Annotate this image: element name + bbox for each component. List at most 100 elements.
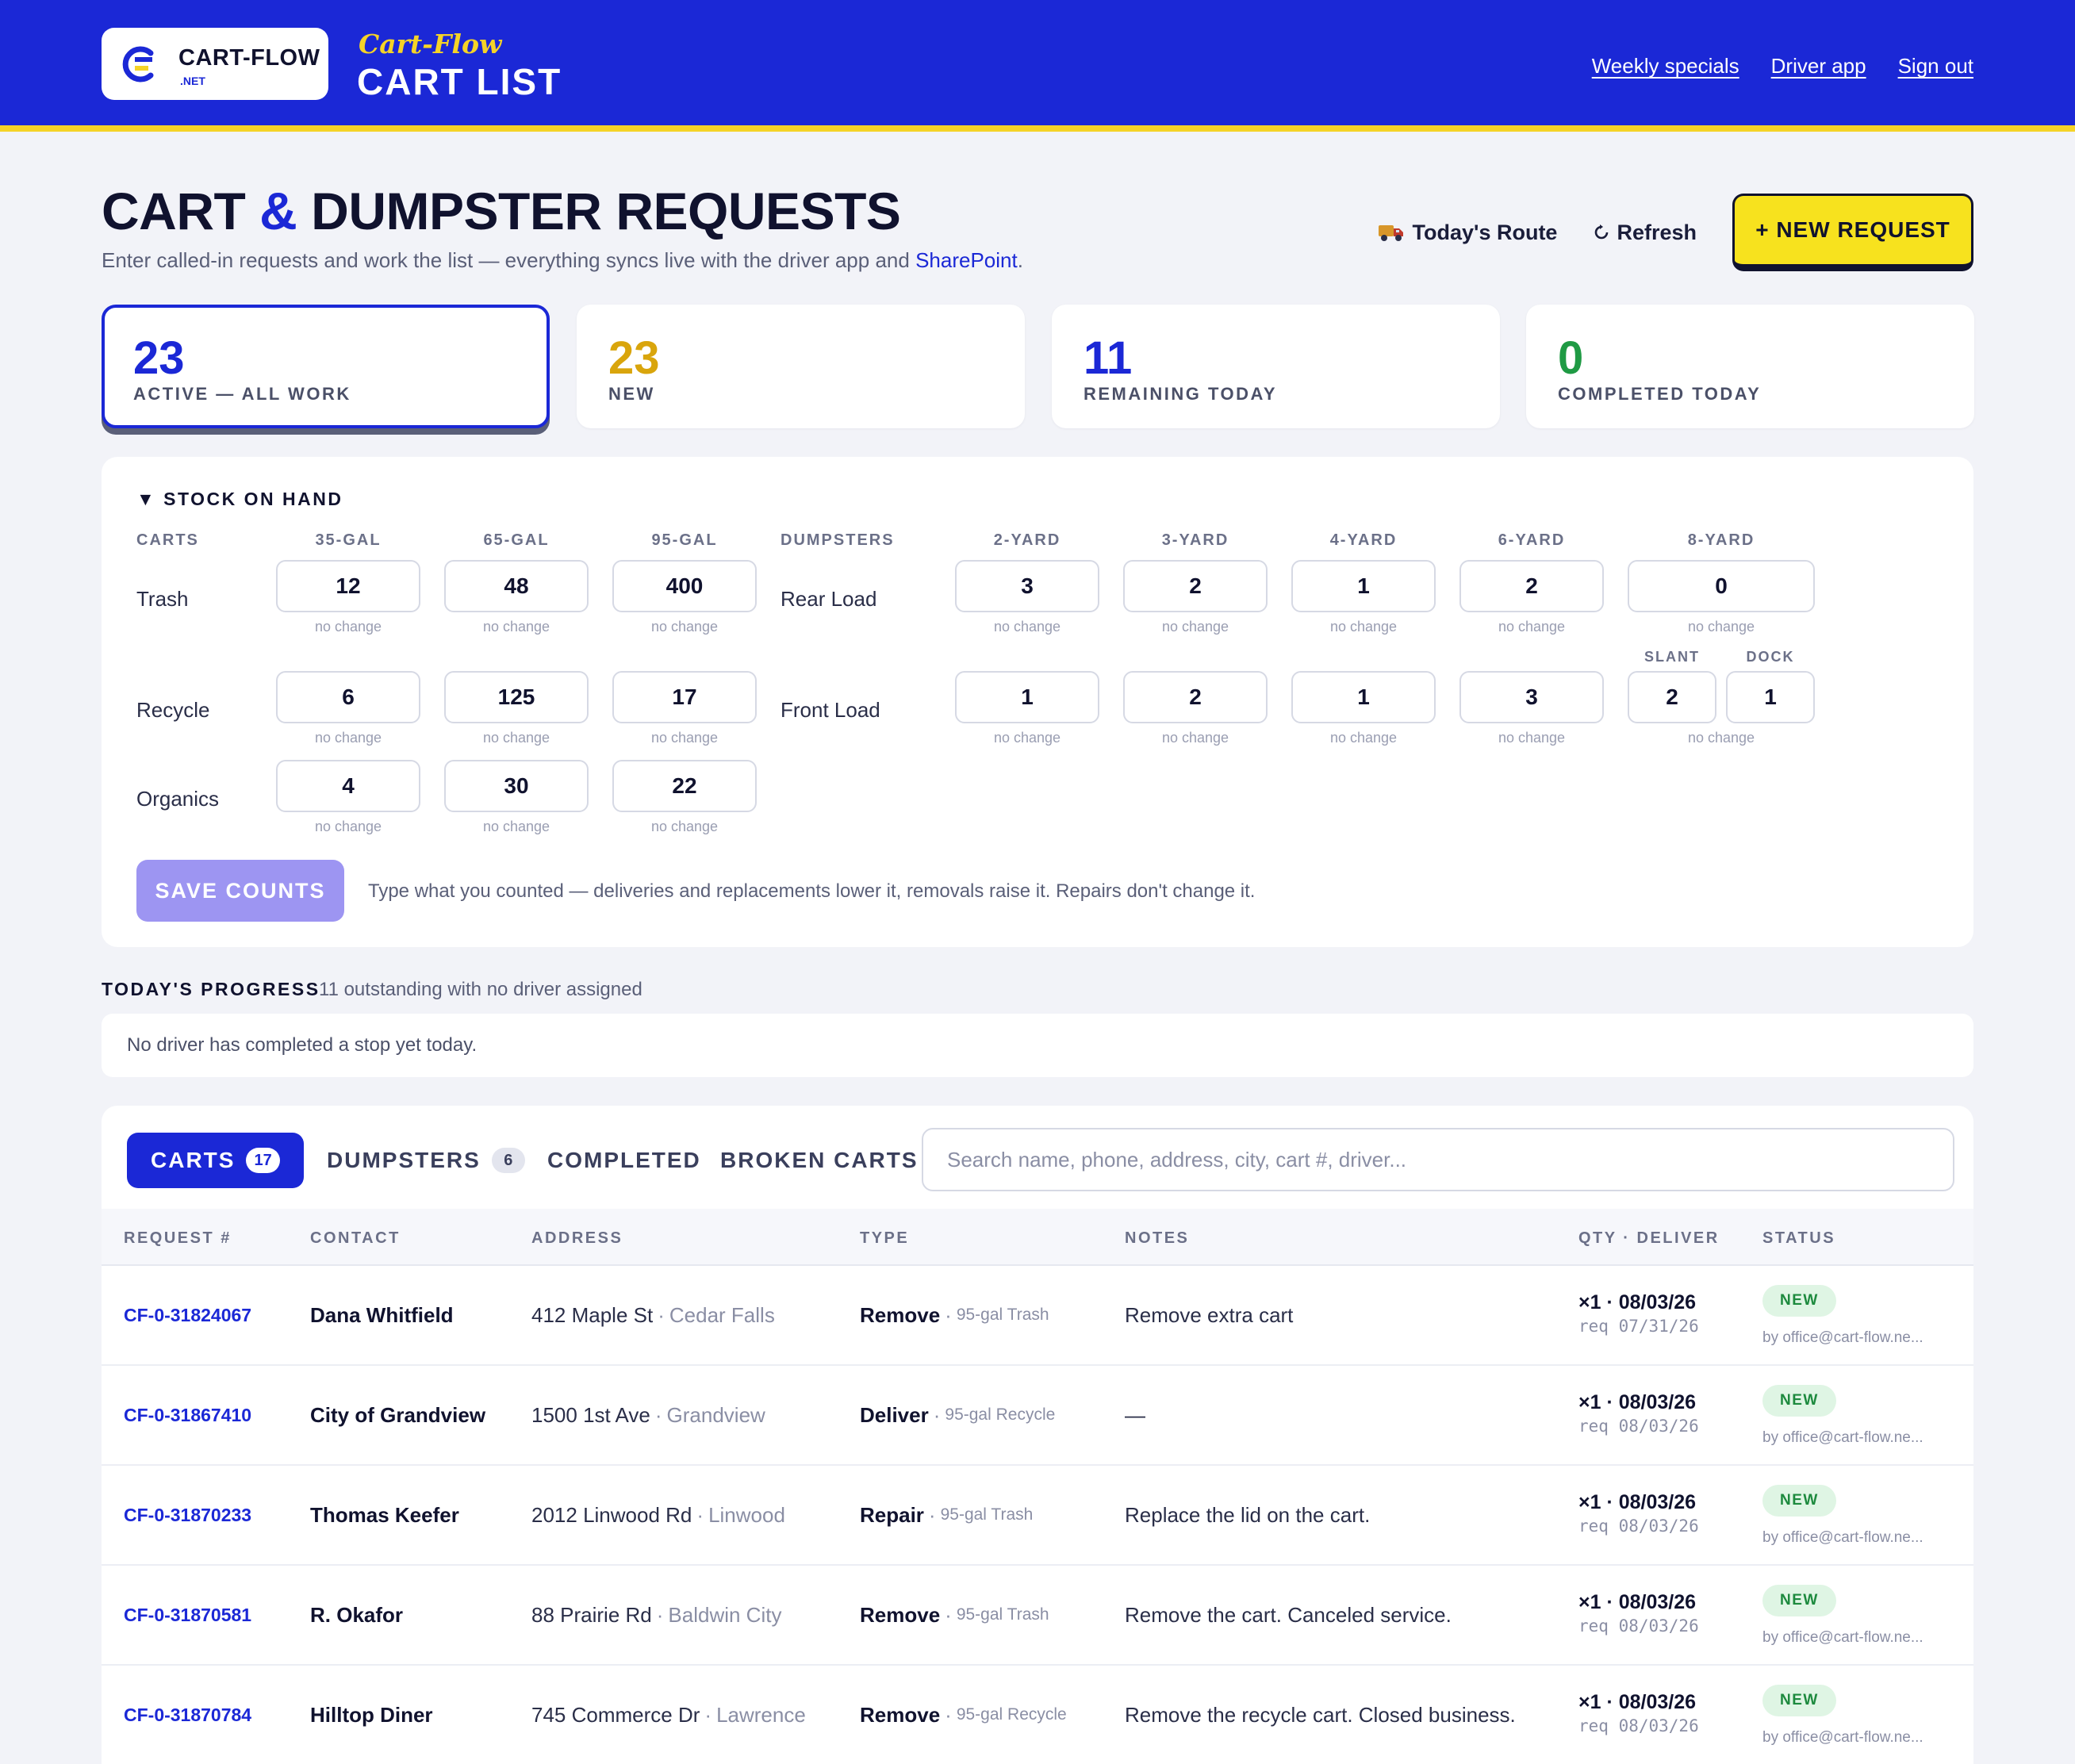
count-rear-3yd[interactable]: 2 [1123,560,1268,612]
progress-message: No driver has completed a stop yet today… [127,1034,478,1056]
nav-weekly-specials[interactable]: Weekly specials [1592,54,1739,79]
stat-label: ACTIVE — ALL WORK [133,384,351,404]
search-input[interactable] [922,1128,1954,1191]
address-city: Grandview [666,1402,765,1427]
count-trash-65[interactable]: 48 [444,560,589,612]
stat-completed-today[interactable]: 0 COMPLETED TODAY [1526,305,1974,428]
col-2-yard: 2-YARD [993,531,1061,549]
nav-driver-app[interactable]: Driver app [1771,54,1866,79]
count-rear-6yd[interactable]: 2 [1459,560,1604,612]
table-row[interactable]: CF-0-31870581 R. Okafor 88 Prairie Rd · Ba… [102,1566,1973,1666]
count-front-8yd-slant[interactable]: 2 [1628,671,1716,723]
no-change-note: no change [1498,730,1566,746]
logo-name: CART-FLOW [178,45,320,71]
stat-label: REMAINING TODAY [1084,384,1278,404]
address-street: 412 Maple St [531,1302,654,1327]
cart-type: 95-gal Trash [956,1605,1049,1624]
progress-title: TODAY'S PROGRESS [102,979,320,999]
count-rear-4yd[interactable]: 1 [1291,560,1436,612]
count-front-4yd[interactable]: 1 [1291,671,1436,723]
new-request-button[interactable]: + NEW REQUEST [1732,194,1973,271]
no-change-note: no change [1161,619,1229,635]
address-street: 745 Commerce Dr [531,1702,700,1727]
col-qty-deliver[interactable]: QTY · DELIVER [1578,1229,1720,1248]
col-address[interactable]: ADDRESS [531,1229,623,1248]
request-id-link[interactable]: CF-0-31870581 [124,1605,251,1626]
count-organics-65[interactable]: 30 [444,760,589,812]
todays-route-button[interactable]: Today's Route [1378,220,1557,245]
no-change-note: no change [650,819,719,834]
col-status[interactable]: STATUS [1762,1229,1835,1248]
no-change-note: no change [482,619,550,635]
stat-value: 11 [1084,332,1133,384]
col-8-yard: 8-YARD [1687,531,1755,549]
request-id-link[interactable]: CF-0-31867410 [124,1405,251,1426]
col-65-gal: 65-GAL [483,531,550,549]
table-row[interactable]: CF-0-31870784 Hilltop Diner 745 Commerce… [102,1666,1973,1764]
tab-completed[interactable]: COMPLETED [547,1133,701,1188]
address-street: 88 Prairie Rd [531,1602,652,1627]
request-notes: Replace the lid on the cart. [1125,1502,1371,1527]
stat-new[interactable]: 23 NEW [577,305,1025,428]
table-row[interactable]: CF-0-31870233 Thomas Keefer 2012 Linwood… [102,1466,1973,1566]
stock-toggle[interactable]: ▼ STOCK ON HAND [136,489,343,510]
count-front-8yd-dock[interactable]: 1 [1726,671,1815,723]
stat-remaining-today[interactable]: 11 REMAINING TODAY [1052,305,1500,428]
nav-sign-out[interactable]: Sign out [1898,54,1973,79]
count-recycle-95[interactable]: 17 [612,671,757,723]
save-counts-button[interactable]: SAVE COUNTS [136,860,344,922]
request-type: Deliver [860,1402,929,1427]
address-city: Linwood [708,1502,785,1527]
status-badge: NEW [1762,1685,1836,1716]
logo[interactable]: CART-FLOW .NET [102,28,328,100]
stat-value: 23 [133,332,185,384]
count-rear-8yd[interactable]: 0 [1628,560,1815,612]
count-front-3yd[interactable]: 2 [1123,671,1268,723]
qty-deliver-date: ×1 · 08/03/26 [1578,1391,1697,1413]
table-row[interactable]: CF-0-31867410 City of Grandview 1500 1st… [102,1366,1973,1466]
col-request-number[interactable]: REQUEST # [124,1229,232,1248]
no-change-note: no change [482,730,550,746]
request-id-link[interactable]: CF-0-31824067 [124,1305,251,1326]
tab-count-badge: 6 [491,1148,525,1173]
created-by: by office@cart-flow.ne... [1762,1529,1923,1546]
stat-value: 23 [608,332,660,384]
sharepoint-link[interactable]: SharePoint [915,248,1018,272]
count-organics-35[interactable]: 4 [276,760,420,812]
count-trash-95[interactable]: 400 [612,560,757,612]
count-front-6yd[interactable]: 3 [1459,671,1604,723]
count-front-2yd[interactable]: 1 [955,671,1099,723]
request-id-link[interactable]: CF-0-31870233 [124,1505,251,1526]
no-change-note: no change [1161,730,1229,746]
requested-date: req 07/31/26 [1578,1317,1699,1336]
count-organics-95[interactable]: 22 [612,760,757,812]
count-rear-2yd[interactable]: 3 [955,560,1099,612]
qty-deliver-date: ×1 · 08/03/26 [1578,1291,1697,1313]
refresh-button[interactable]: Refresh [1593,220,1697,245]
created-by: by office@cart-flow.ne... [1762,1429,1923,1446]
tab-broken-carts[interactable]: BROKEN CARTS [720,1133,919,1188]
col-type[interactable]: TYPE [860,1229,909,1248]
stock-on-hand-panel: ▼ STOCK ON HAND CARTS 35-GAL 65-GAL 95-G… [102,457,1973,947]
request-id-link[interactable]: CF-0-31870784 [124,1705,251,1726]
cart-type: 95-gal Trash [940,1505,1034,1524]
no-change-note: no change [993,619,1061,635]
requested-date: req 08/03/26 [1578,1517,1699,1536]
col-contact[interactable]: CONTACT [310,1229,401,1248]
no-change-note: no change [482,819,550,834]
page-subtitle: Enter called-in requests and work the li… [102,248,1023,272]
count-recycle-35[interactable]: 6 [276,671,420,723]
stat-label: COMPLETED TODAY [1558,384,1762,404]
top-bar: CART-FLOW .NET Cart-Flow CART LIST Weekl… [0,0,2075,132]
address-city: Cedar Falls [669,1302,775,1327]
tab-carts[interactable]: CARTS 17 [127,1133,304,1188]
stat-active-all-work[interactable]: 23 ACTIVE — ALL WORK [102,305,550,428]
count-recycle-65[interactable]: 125 [444,671,589,723]
col-notes[interactable]: NOTES [1125,1229,1189,1248]
dumpsters-heading: DUMPSTERS [781,531,895,549]
table-row[interactable]: CF-0-31824067 Dana Whitfield 412 Maple S… [102,1266,1973,1366]
no-change-note: no change [1687,730,1755,746]
no-change-note: no change [1329,730,1398,746]
tab-dumpsters[interactable]: DUMPSTERS 6 [327,1133,525,1188]
count-trash-35[interactable]: 12 [276,560,420,612]
